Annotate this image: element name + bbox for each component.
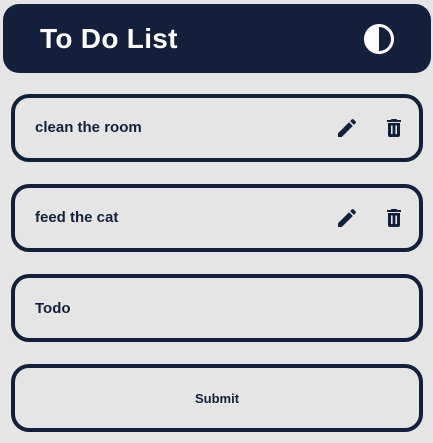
todo-input-wrapper	[11, 274, 423, 342]
todo-text: clean the room	[35, 119, 142, 136]
submit-button[interactable]: Submit	[11, 364, 423, 432]
contrast-toggle-icon[interactable]	[363, 23, 395, 55]
delete-trash-icon[interactable]	[382, 206, 406, 230]
todo-text: feed the cat	[35, 209, 119, 226]
todo-item: clean the room	[11, 94, 423, 162]
edit-pencil-icon[interactable]	[335, 116, 359, 140]
edit-pencil-icon[interactable]	[335, 206, 359, 230]
todo-item: feed the cat	[11, 184, 423, 252]
todo-input[interactable]	[15, 278, 419, 338]
page-title: To Do List	[40, 23, 178, 54]
delete-trash-icon[interactable]	[382, 116, 406, 140]
app-header: To Do List	[3, 4, 431, 73]
